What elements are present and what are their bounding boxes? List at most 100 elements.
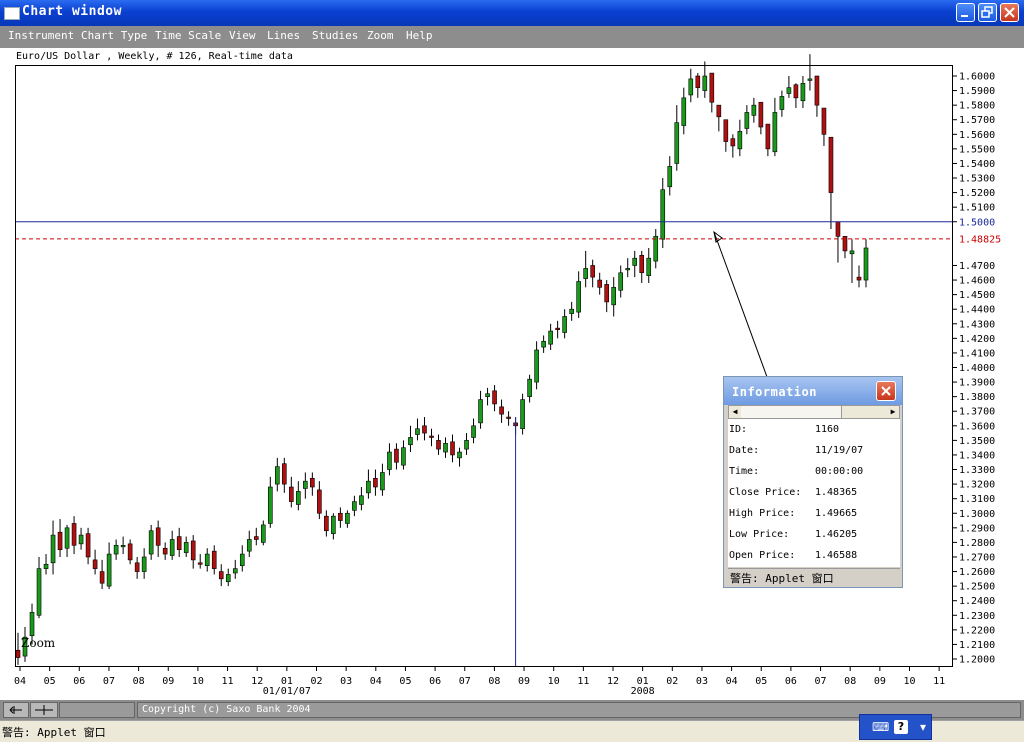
crosshair-icon — [35, 705, 53, 715]
y-tick-label: 1.3600 — [959, 421, 995, 432]
y-tick-label: 1.5700 — [959, 115, 995, 126]
x-tick-label: 11 — [577, 676, 589, 687]
scroll-thumb[interactable] — [741, 406, 842, 418]
x-tick-label: 03 — [696, 676, 708, 687]
y-tick-label: 1.2900 — [959, 523, 995, 534]
x-tick-label: 09 — [874, 676, 886, 687]
y-tick-label: 1.3900 — [959, 378, 995, 389]
y-tick-label: 1.4000 — [959, 363, 995, 374]
x-tick-label: 11 — [222, 676, 234, 687]
x-tick-label: 06 — [73, 676, 85, 687]
x-tick-label: 05 — [399, 676, 411, 687]
y-tick-label: 1.4100 — [959, 348, 995, 359]
x-tick-label: 03 — [340, 676, 352, 687]
y-tick-label: 1.2300 — [959, 611, 995, 622]
info-row-date: Date: 11/19/07 — [729, 445, 864, 456]
y-tick-label: 1.3800 — [959, 392, 995, 403]
y-tick-label: 1.5900 — [959, 86, 995, 97]
y-tick-label: 1.4400 — [959, 305, 995, 316]
x-tick-label: 12 — [607, 676, 619, 687]
info-horizontal-scrollbar[interactable]: ◀ ▶ — [728, 405, 900, 419]
x-tick-label: 07 — [459, 676, 471, 687]
y-tick-label: 1.5600 — [959, 130, 995, 141]
y-tick-label: 1.4700 — [959, 261, 995, 272]
information-panel[interactable]: Information ◀ ▶ ID: 1160 Date: 11/19/07 Ti… — [723, 376, 903, 588]
tool-field — [59, 702, 135, 718]
keyboard-icon[interactable]: ⌨ — [872, 720, 889, 734]
y-tick-label: 1.3300 — [959, 465, 995, 476]
x-tick-label: 04 — [370, 676, 382, 687]
y-tick-label: 1.2200 — [959, 625, 995, 636]
x-tick-label: 05 — [755, 676, 767, 687]
scroll-right-icon[interactable]: ▶ — [887, 406, 899, 418]
info-row-low: Low Price: 1.46205 — [729, 529, 858, 540]
y-tick-label: 1.4500 — [959, 290, 995, 301]
x-tick-label: 06 — [429, 676, 441, 687]
y-tick-label: 1.2800 — [959, 538, 995, 549]
info-row-high: High Price: 1.49665 — [729, 508, 858, 519]
y-tick-label: 1.2000 — [959, 655, 995, 666]
help-icon[interactable]: ? — [894, 720, 908, 734]
x-tick-label: 11 — [933, 676, 945, 687]
y-tick-label: 1.2100 — [959, 640, 995, 651]
info-panel-body: ID: 1160 Date: 11/19/07 Time: 00:00:00 Clos… — [728, 419, 900, 567]
y-tick-label: 1.4300 — [959, 319, 995, 330]
x-tick-label: 05 — [44, 676, 56, 687]
copyright-text: Copyright (c) Saxo Bank 2004 — [142, 704, 311, 715]
x-tick-label: 08 — [844, 676, 856, 687]
y-tick-label: 1.6000 — [959, 72, 995, 83]
y-tick-label: 1.5500 — [959, 144, 995, 155]
x-tick-label: 10 — [192, 676, 204, 687]
x-tick-label: 02 — [310, 676, 322, 687]
x-tick-label: 09 — [518, 676, 530, 687]
x-year-label: 01/01/07 — [263, 686, 311, 697]
x-tick-label: 09 — [162, 676, 174, 687]
x-tick-label: 07 — [103, 676, 115, 687]
y-tick-label: 1.5000 — [959, 217, 995, 228]
y-tick-label: 1.3000 — [959, 509, 995, 520]
x-tick-label: 04 — [726, 676, 738, 687]
x-tick-label: 02 — [666, 676, 678, 687]
x-tick-label: 10 — [548, 676, 560, 687]
info-close-button[interactable] — [876, 381, 896, 401]
y-tick-label: 1.3400 — [959, 450, 995, 461]
y-tick-label: 1.2600 — [959, 567, 995, 578]
y-tick-label: 1.4600 — [959, 276, 995, 287]
x-year-label: 2008 — [631, 686, 655, 697]
scroll-left-icon[interactable]: ◀ — [729, 406, 741, 418]
y-tick-label: 1.3500 — [959, 436, 995, 447]
y-tick-label: 1.5400 — [959, 159, 995, 170]
pan-tool-button[interactable] — [3, 702, 29, 718]
x-tick-label: 12 — [251, 676, 263, 687]
y-tick-label: 1.3700 — [959, 407, 995, 418]
info-row-open: Open Price: 1.46588 — [729, 550, 858, 561]
y-tick-label: 1.3100 — [959, 494, 995, 505]
tray-menu-icon[interactable]: ▾ — [916, 720, 930, 734]
x-tick-label: 04 — [14, 676, 26, 687]
y-tick-label: 1.5100 — [959, 203, 995, 214]
x-tick-label: 08 — [133, 676, 145, 687]
info-row-id: ID: 1160 — [729, 424, 840, 435]
info-row-close: Close Price: 1.48365 — [729, 487, 858, 498]
info-panel-title: Information — [732, 385, 817, 399]
status-applet-warning: 警告: Applet 窗口 — [2, 726, 106, 739]
info-applet-warning: 警告: Applet 窗口 — [728, 568, 900, 586]
info-panel-header[interactable]: Information — [724, 377, 902, 405]
info-row-time: Time: 00:00:00 — [729, 466, 864, 477]
x-tick-label: 10 — [903, 676, 915, 687]
x-tick-label: 06 — [785, 676, 797, 687]
y-tick-label: 1.3200 — [959, 480, 995, 491]
y-tick-label: 1.5300 — [959, 174, 995, 185]
pan-icon — [9, 706, 22, 714]
x-tick-label: 08 — [488, 676, 500, 687]
x-tick-label: 07 — [815, 676, 827, 687]
y-tick-label: 1.5200 — [959, 188, 995, 199]
crosshair-tool-button[interactable] — [30, 702, 58, 718]
y-tick-label: 1.2500 — [959, 582, 995, 593]
price-marker-label: 1.48825 — [959, 234, 1001, 245]
y-tick-label: 1.2700 — [959, 552, 995, 563]
y-tick-label: 1.4200 — [959, 334, 995, 345]
system-tray: ⌨ ? ▾ — [859, 714, 932, 740]
y-tick-label: 1.2400 — [959, 596, 995, 607]
y-tick-label: 1.5800 — [959, 101, 995, 112]
